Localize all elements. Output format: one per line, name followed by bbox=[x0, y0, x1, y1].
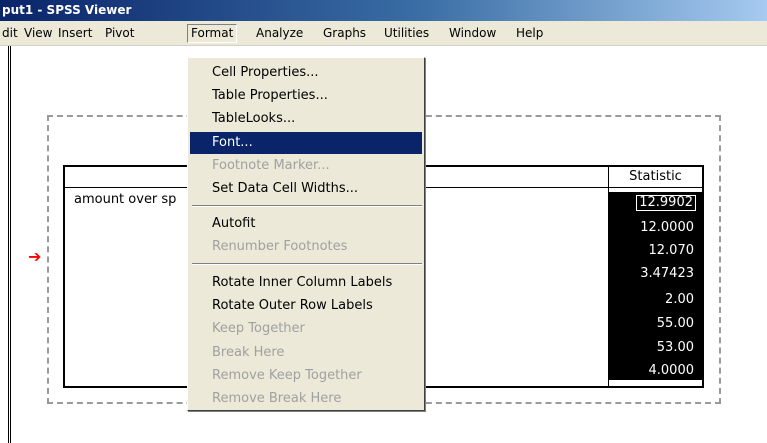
format-menu-dropdown: Cell Properties... Table Properties... T… bbox=[187, 57, 425, 411]
menu-item-footnote-marker: Footnote Marker... bbox=[212, 158, 330, 173]
row-label[interactable]: amount over sp bbox=[74, 192, 176, 207]
menu-graphs[interactable]: Graphs bbox=[323, 25, 366, 42]
value-cell[interactable]: 53.00 bbox=[657, 340, 694, 355]
menu-item-renumber-footnotes: Renumber Footnotes bbox=[212, 239, 348, 254]
menu-format[interactable]: Format bbox=[187, 24, 238, 43]
menu-separator bbox=[192, 263, 422, 265]
menu-item-keep-together: Keep Together bbox=[212, 321, 305, 336]
menu-item-cell-properties[interactable]: Cell Properties... bbox=[190, 62, 422, 84]
value-cell[interactable]: 4.0000 bbox=[649, 363, 695, 378]
value-cell[interactable]: 12.070 bbox=[649, 243, 695, 258]
value-cell[interactable]: 2.00 bbox=[665, 292, 694, 307]
menu-analyze[interactable]: Analyze bbox=[256, 25, 303, 42]
menu-item-remove-keep-together: Remove Keep Together bbox=[212, 368, 362, 383]
menu-edit[interactable]: dit bbox=[2, 25, 18, 42]
statistic-value-cells[interactable]: 12.9902 12.0000 12.070 3.47423 2.00 55.0… bbox=[608, 192, 702, 380]
menu-separator bbox=[192, 205, 422, 207]
menu-bar: dit View Insert Pivot Format Analyze Gra… bbox=[0, 21, 767, 46]
window-title-bar: put1 - SPSS Viewer bbox=[0, 0, 767, 21]
menu-item-rotate-outer-row-labels[interactable]: Rotate Outer Row Labels bbox=[190, 295, 422, 317]
menu-pivot[interactable]: Pivot bbox=[105, 25, 134, 42]
column-header-statistic[interactable]: Statistic bbox=[609, 169, 702, 184]
menu-item-autofit[interactable]: Autofit bbox=[190, 213, 422, 235]
window-title: put1 - SPSS Viewer bbox=[2, 3, 132, 17]
menu-item-table-properties[interactable]: Table Properties... bbox=[190, 85, 422, 107]
value-cell[interactable]: 55.00 bbox=[657, 316, 694, 331]
outline-divider[interactable] bbox=[8, 46, 11, 443]
menu-utilities[interactable]: Utilities bbox=[384, 25, 429, 42]
menu-item-remove-break-here: Remove Break Here bbox=[212, 391, 342, 406]
menu-view[interactable]: View bbox=[24, 25, 52, 42]
menu-item-tablelooks[interactable]: TableLooks... bbox=[190, 108, 422, 130]
value-cell[interactable]: 12.9902 bbox=[636, 195, 696, 211]
value-cell[interactable]: 12.0000 bbox=[640, 220, 694, 235]
menu-item-rotate-inner-column-labels[interactable]: Rotate Inner Column Labels bbox=[190, 272, 422, 294]
menu-item-font[interactable]: Font... bbox=[190, 132, 422, 154]
menu-insert[interactable]: Insert bbox=[58, 25, 92, 42]
red-arrow-icon: ➔ bbox=[28, 247, 42, 266]
menu-item-break-here: Break Here bbox=[212, 345, 285, 360]
menu-item-set-data-cell-widths[interactable]: Set Data Cell Widths... bbox=[190, 178, 422, 200]
menu-help[interactable]: Help bbox=[516, 25, 543, 42]
menu-window[interactable]: Window bbox=[449, 25, 496, 42]
value-cell[interactable]: 3.47423 bbox=[640, 266, 694, 281]
